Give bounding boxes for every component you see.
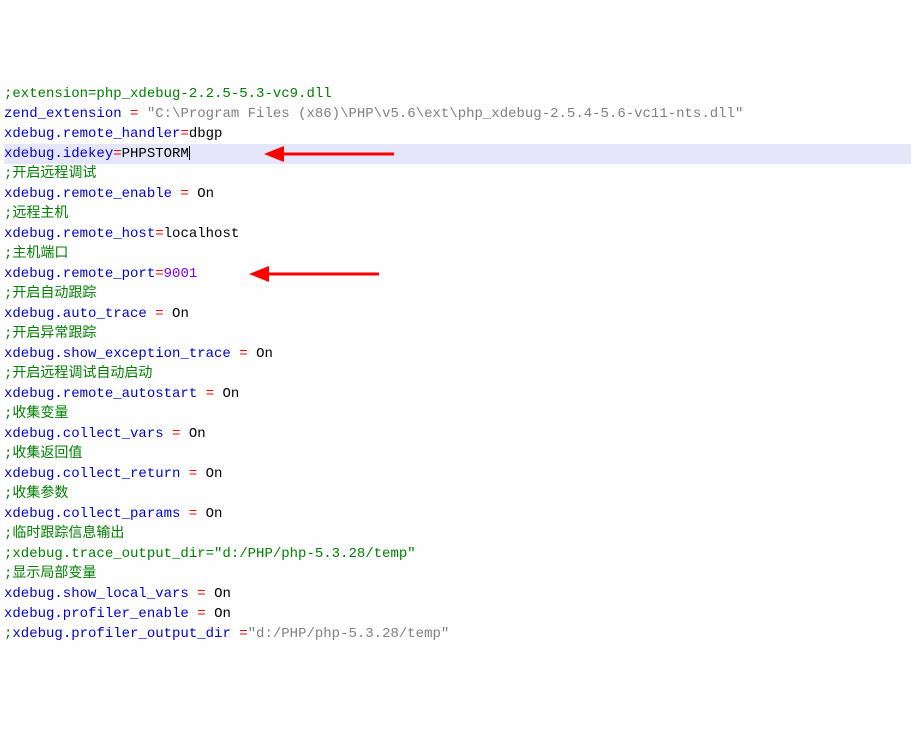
config-value: On — [206, 506, 223, 522]
config-key: xdebug.show_exception_trace — [4, 346, 231, 362]
config-key: zend_extension — [4, 106, 122, 122]
comment-text: ;开启远程调试 — [4, 166, 96, 182]
config-value: PHPSTORM — [122, 146, 189, 162]
code-line: xdebug.remote_autostart = On — [4, 384, 911, 404]
code-line: ;临时跟踪信息输出 — [4, 524, 911, 544]
comment-prefix: ; — [4, 626, 12, 642]
equals-op: = — [180, 506, 205, 522]
comment-text: ;显示局部变量 — [4, 566, 96, 582]
code-line: xdebug.profiler_enable = On — [4, 604, 911, 624]
code-line: ;开启自动跟踪 — [4, 284, 911, 304]
code-line: ;主机端口 — [4, 244, 911, 264]
comment-text: ;临时跟踪信息输出 — [4, 526, 124, 542]
code-line: ;收集变量 — [4, 404, 911, 424]
config-key: xdebug.remote_enable — [4, 186, 172, 202]
code-line: xdebug.collect_vars = On — [4, 424, 911, 444]
config-value: On — [206, 466, 223, 482]
config-value: On — [172, 306, 189, 322]
code-line: xdebug.show_exception_trace = On — [4, 344, 911, 364]
annotation-arrow-icon — [249, 263, 379, 285]
text-cursor — [189, 146, 190, 160]
config-key: xdebug.profiler_enable — [4, 606, 189, 622]
comment-text: ;开启异常跟踪 — [4, 326, 96, 342]
equals-op: = — [122, 106, 147, 122]
comment-text: ;主机端口 — [4, 246, 68, 262]
config-key: xdebug.show_local_vars — [4, 586, 189, 602]
equals-op: = — [155, 266, 163, 282]
equals-op: = — [180, 466, 205, 482]
code-line: ;收集返回值 — [4, 444, 911, 464]
config-key: xdebug.remote_autostart — [4, 386, 197, 402]
comment-text: ;收集返回值 — [4, 446, 82, 462]
config-key: xdebug.remote_handler — [4, 126, 180, 142]
code-block: ;extension=php_xdebug-2.2.5-5.3-vc9.dllz… — [4, 84, 911, 644]
code-line: xdebug.remote_host=localhost — [4, 224, 911, 244]
code-line: zend_extension = "C:\Program Files (x86)… — [4, 104, 911, 124]
config-value: dbgp — [189, 126, 223, 142]
config-value: On — [214, 606, 231, 622]
equals-op: = — [113, 146, 121, 162]
config-value: On — [197, 186, 214, 202]
code-line: xdebug.idekey=PHPSTORM — [4, 144, 911, 164]
config-key: xdebug.collect_return — [4, 466, 180, 482]
config-key: xdebug.collect_vars — [4, 426, 164, 442]
code-line: xdebug.collect_return = On — [4, 464, 911, 484]
code-line: ;显示局部变量 — [4, 564, 911, 584]
config-key: xdebug.remote_host — [4, 226, 155, 242]
code-line: ;远程主机 — [4, 204, 911, 224]
code-line: ;开启异常跟踪 — [4, 324, 911, 344]
equals-op: = — [172, 186, 197, 202]
code-line: ;开启远程调试自动启动 — [4, 364, 911, 384]
config-value: On — [256, 346, 273, 362]
equals-op: = — [231, 346, 256, 362]
code-line: xdebug.remote_handler=dbgp — [4, 124, 911, 144]
config-value: On — [189, 426, 206, 442]
equals-op: = — [197, 386, 222, 402]
equals-op: = — [189, 606, 214, 622]
config-value: "C:\Program Files (x86)\PHP\v5.6\ext\php… — [147, 106, 744, 122]
code-line: ;收集参数 — [4, 484, 911, 504]
config-key: xdebug.remote_port — [4, 266, 155, 282]
config-value: localhost — [164, 226, 240, 242]
code-line: ;开启远程调试 — [4, 164, 911, 184]
code-line: xdebug.remote_enable = On — [4, 184, 911, 204]
config-value: On — [222, 386, 239, 402]
code-line: ;xdebug.profiler_output_dir ="d:/PHP/php… — [4, 624, 911, 644]
equals-op: = — [180, 126, 188, 142]
code-line: ;extension=php_xdebug-2.2.5-5.3-vc9.dll — [4, 84, 911, 104]
code-line: xdebug.collect_params = On — [4, 504, 911, 524]
comment-text: ;extension=php_xdebug-2.2.5-5.3-vc9.dll — [4, 86, 332, 102]
comment-text: ;开启自动跟踪 — [4, 286, 96, 302]
config-value: On — [214, 586, 231, 602]
equals-op: = — [231, 626, 248, 642]
equals-op: = — [189, 586, 214, 602]
config-key: xdebug.collect_params — [4, 506, 180, 522]
comment-text: ;收集变量 — [4, 406, 68, 422]
comment-text: ;开启远程调试自动启动 — [4, 366, 152, 382]
config-value: "d:/PHP/php-5.3.28/temp" — [248, 626, 450, 642]
code-line: ;xdebug.trace_output_dir="d:/PHP/php-5.3… — [4, 544, 911, 564]
config-value: 9001 — [164, 266, 198, 282]
code-line: xdebug.remote_port=9001 — [4, 264, 911, 284]
config-key: xdebug.idekey — [4, 146, 113, 162]
equals-op: = — [164, 426, 189, 442]
annotation-arrow-icon — [264, 143, 394, 165]
comment-text: ;远程主机 — [4, 206, 68, 222]
equals-op: = — [155, 226, 163, 242]
code-line: xdebug.show_local_vars = On — [4, 584, 911, 604]
equals-op: = — [147, 306, 172, 322]
config-key: xdebug.auto_trace — [4, 306, 147, 322]
code-line: xdebug.auto_trace = On — [4, 304, 911, 324]
comment-text: ;xdebug.trace_output_dir="d:/PHP/php-5.3… — [4, 546, 416, 562]
config-key: xdebug.profiler_output_dir — [12, 626, 230, 642]
comment-text: ;收集参数 — [4, 486, 68, 502]
